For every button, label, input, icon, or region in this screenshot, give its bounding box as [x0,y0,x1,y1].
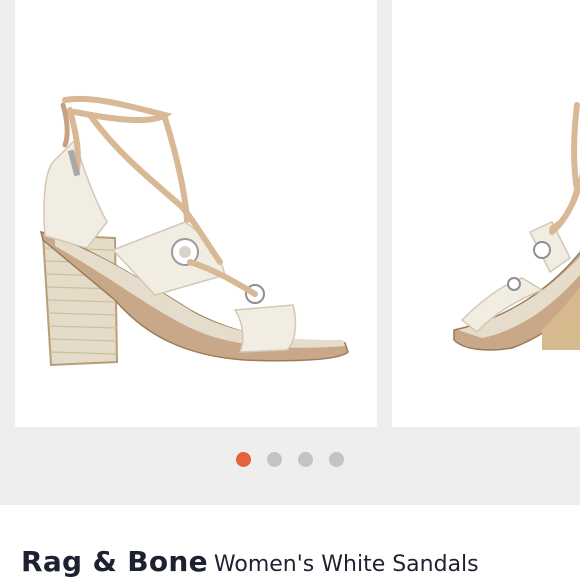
product-image-1[interactable] [15,0,377,427]
product-title: Rag & Bone Women's White Sandals [21,545,479,578]
carousel-dot-4[interactable] [329,452,344,467]
carousel-dot-2[interactable] [267,452,282,467]
sandal-photo-icon [39,95,349,367]
carousel-dot-3[interactable] [298,452,313,467]
product-description: Women's White Sandals [213,552,479,577]
sandal-photo-icon [453,102,580,351]
image-carousel[interactable] [0,0,580,505]
product-image-2[interactable] [392,0,580,427]
carousel-pagination [0,452,580,468]
brand-name[interactable]: Rag & Bone [21,545,208,578]
carousel-dot-1[interactable] [236,452,251,467]
